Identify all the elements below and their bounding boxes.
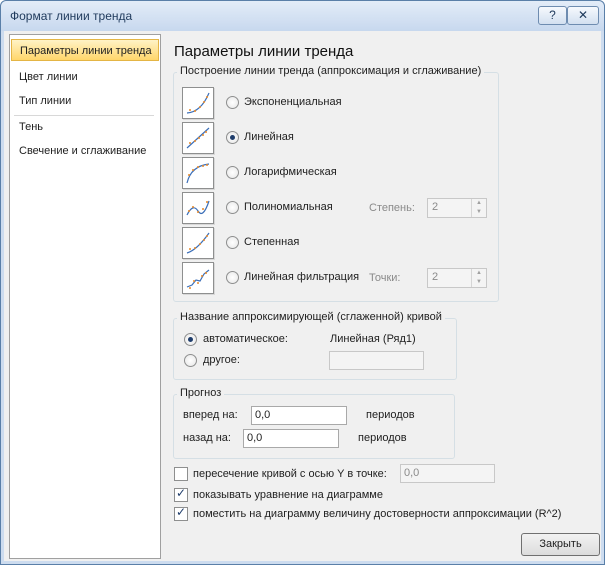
polynomial-radio[interactable] <box>226 201 239 214</box>
title-bar[interactable]: Формат линии тренда ? ✕ <box>1 1 604 31</box>
points-label: Точки: <box>369 272 401 284</box>
forecast-group <box>173 394 455 459</box>
backward-periods-input[interactable]: 0,0 <box>243 429 339 448</box>
show-equation-checkbox[interactable] <box>174 486 188 502</box>
intercept-checkbox[interactable] <box>174 467 188 481</box>
spin-up-icon[interactable]: ▲ <box>472 199 486 208</box>
category-list: Параметры линии тренда Цвет линии Тип ли… <box>9 34 161 559</box>
window-title: Формат линии тренда <box>10 9 133 23</box>
help-button[interactable]: ? <box>538 6 567 25</box>
points-spinner[interactable]: 2 ▲ ▼ <box>427 268 487 288</box>
backward-label: назад на: <box>183 432 231 444</box>
nav-item-line-style[interactable]: Тип линии <box>11 90 159 112</box>
moving-average-radio[interactable] <box>226 271 239 284</box>
power-trend-icon <box>182 227 214 259</box>
name-other-radio[interactable] <box>184 354 197 367</box>
forward-unit: периодов <box>366 409 415 421</box>
nav-item-trendline-options[interactable]: Параметры линии тренда <box>11 39 159 61</box>
logarithmic-trend-icon <box>182 157 214 189</box>
forecast-group-label: Прогноз <box>177 387 225 399</box>
nav-item-shadow[interactable]: Тень <box>11 116 159 138</box>
show-r2-checkbox[interactable] <box>174 505 188 521</box>
intercept-value-input[interactable]: 0,0 <box>400 464 495 483</box>
spin-down-icon[interactable]: ▼ <box>472 278 486 287</box>
linear-trend-icon <box>182 122 214 154</box>
power-label: Степенная <box>244 236 300 248</box>
trend-type-group-label: Построение линии тренда (аппроксимация и… <box>177 65 485 77</box>
moving-average-trend-icon <box>182 262 214 294</box>
spin-up-icon[interactable]: ▲ <box>472 269 486 278</box>
moving-average-label: Линейная фильтрация <box>244 271 360 283</box>
power-radio[interactable] <box>226 236 239 249</box>
points-value: 2 <box>432 271 439 283</box>
degree-label: Степень: <box>369 202 415 214</box>
name-auto-value: Линейная (Ряд1) <box>330 333 416 345</box>
spin-down-icon[interactable]: ▼ <box>472 208 486 217</box>
logarithmic-label: Логарифмическая <box>244 166 337 178</box>
polynomial-label: Полиномиальная <box>244 201 333 213</box>
name-other-label: другое: <box>203 354 240 366</box>
show-r2-label: поместить на диаграмму величину достовер… <box>193 508 562 520</box>
exponential-radio[interactable] <box>226 96 239 109</box>
name-auto-label: автоматическое: <box>203 333 288 345</box>
exponential-label: Экспоненциальная <box>244 96 342 108</box>
linear-label: Линейная <box>244 131 294 143</box>
degree-spinner[interactable]: 2 ▲ ▼ <box>427 198 487 218</box>
backward-unit: периодов <box>358 432 407 444</box>
forward-label: вперед на: <box>183 409 238 421</box>
nav-item-line-color[interactable]: Цвет линии <box>11 66 159 88</box>
polynomial-trend-icon <box>182 192 214 224</box>
trendline-name-group <box>173 318 457 380</box>
linear-radio[interactable] <box>226 131 239 144</box>
show-equation-label: показывать уравнение на диаграмме <box>193 489 383 501</box>
name-auto-radio[interactable] <box>184 333 197 346</box>
forward-periods-input[interactable]: 0,0 <box>251 406 347 425</box>
nav-item-glow-soft-edges[interactable]: Свечение и сглаживание <box>11 140 159 162</box>
name-other-input[interactable] <box>329 351 424 370</box>
exponential-trend-icon <box>182 87 214 119</box>
degree-value: 2 <box>432 201 439 213</box>
page-title: Параметры линии тренда <box>174 43 354 60</box>
dialog-window: Формат линии тренда ? ✕ Параметры линии … <box>0 0 605 565</box>
close-window-button[interactable]: ✕ <box>567 6 599 25</box>
intercept-label: пересечение кривой с осью Y в точке: <box>193 468 387 480</box>
close-button[interactable]: Закрыть <box>521 533 600 556</box>
trendline-name-group-label: Название аппроксимирующей (сглаженной) к… <box>177 311 445 323</box>
logarithmic-radio[interactable] <box>226 166 239 179</box>
